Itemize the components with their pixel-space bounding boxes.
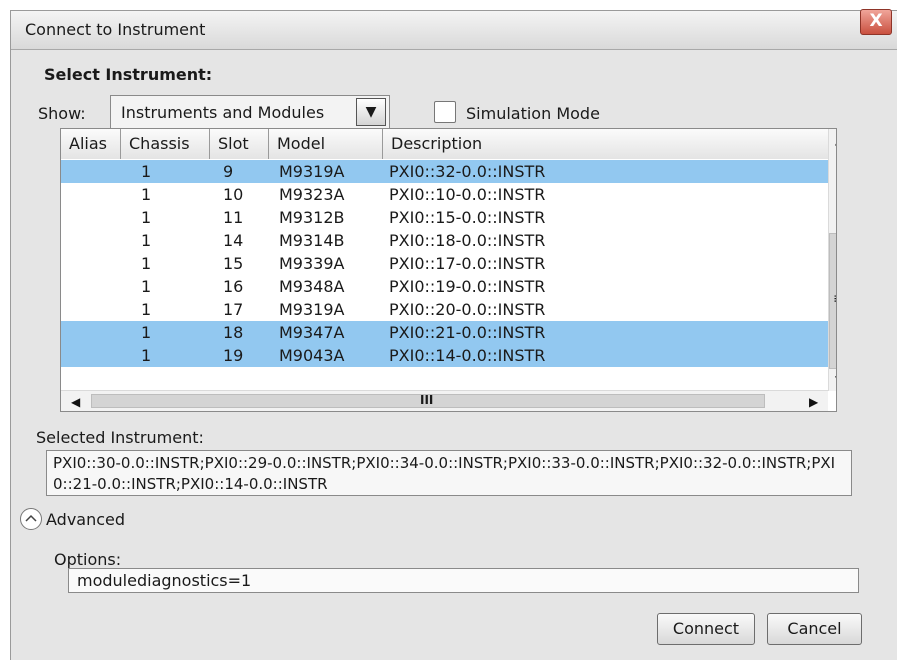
table-cell-model: M9314B [279, 231, 345, 250]
table-row[interactable]: 1 10 M9323A PXI0::10-0.0::INSTR [61, 183, 828, 206]
table-cell-description: PXI0::19-0.0::INSTR [389, 277, 546, 296]
options-input[interactable]: modulediagnostics=1 [68, 568, 859, 593]
table-row[interactable]: 1 19 M9043A PXI0::14-0.0::INSTR [61, 344, 828, 367]
column-header-alias[interactable]: Alias [61, 129, 121, 159]
table-cell-description: PXI0::21-0.0::INSTR [389, 323, 546, 342]
column-header-model[interactable]: Model [269, 129, 383, 159]
table-cell-chassis: 1 [141, 277, 152, 296]
table-cell-chassis: 1 [141, 162, 152, 181]
table-cell-slot: 14 [223, 231, 244, 250]
table-cell-model: M9319A [279, 300, 345, 319]
table-row[interactable]: 1 15 M9339A PXI0::17-0.0::INSTR [61, 252, 828, 275]
table-cell-description: PXI0::20-0.0::INSTR [389, 300, 546, 319]
show-dropdown-value: Instruments and Modules [121, 103, 325, 122]
scroll-left-icon[interactable]: ◀ [71, 395, 80, 409]
column-header-slot[interactable]: Slot [210, 129, 269, 159]
cancel-button[interactable]: Cancel [767, 613, 862, 645]
table-cell-model: M9339A [279, 254, 345, 273]
simulation-mode-label[interactable]: Simulation Mode [466, 104, 600, 123]
table-cell-slot: 18 [223, 323, 244, 342]
table-cell-description: PXI0::18-0.0::INSTR [389, 231, 546, 250]
horizontal-scroll-thumb[interactable]: III [91, 393, 765, 408]
scroll-thumb-grip-icon: III [420, 393, 434, 407]
vertical-scroll-thumb[interactable]: ≡ [829, 233, 836, 369]
show-label: Show: [38, 104, 86, 123]
dropdown-arrow-icon[interactable]: ▼ [356, 98, 386, 126]
table-cell-slot: 19 [223, 346, 244, 365]
table-cell-chassis: 1 [141, 346, 152, 365]
table-cell-description: PXI0::32-0.0::INSTR [389, 162, 546, 181]
scroll-right-icon[interactable]: ▶ [809, 395, 818, 409]
table-cell-slot: 11 [223, 208, 244, 227]
horizontal-scrollbar[interactable]: ◀ III ▶ [61, 390, 828, 411]
selected-instrument-label: Selected Instrument: [36, 428, 204, 447]
table-header: Alias Chassis Slot Model Description [61, 129, 831, 159]
table-cell-model: M9347A [279, 323, 345, 342]
table-cell-model: M9323A [279, 185, 345, 204]
table-row[interactable]: 1 17 M9319A PXI0::20-0.0::INSTR [61, 298, 828, 321]
table-cell-chassis: 1 [141, 231, 152, 250]
table-cell-model: M9319A [279, 162, 345, 181]
column-header-chassis[interactable]: Chassis [121, 129, 210, 159]
table-cell-description: PXI0::14-0.0::INSTR [389, 346, 546, 365]
table-row[interactable]: 1 9 M9319A PXI0::32-0.0::INSTR [61, 160, 828, 183]
table-row[interactable]: 1 14 M9314B PXI0::18-0.0::INSTR [61, 229, 828, 252]
window-title: Connect to Instrument [25, 20, 206, 39]
table-cell-description: PXI0::17-0.0::INSTR [389, 254, 546, 273]
table-row[interactable]: 1 11 M9312B PXI0::15-0.0::INSTR [61, 206, 828, 229]
table-cell-chassis: 1 [141, 323, 152, 342]
selected-instrument-field[interactable]: PXI0::30-0.0::INSTR;PXI0::29-0.0::INSTR;… [46, 450, 852, 496]
close-button[interactable]: X [860, 9, 892, 35]
scroll-down-icon[interactable]: ▼ [835, 373, 836, 387]
column-header-description[interactable]: Description [383, 129, 829, 159]
instrument-table: Alias Chassis Slot Model Description 19M… [60, 128, 837, 412]
show-dropdown[interactable]: Instruments and Modules ▼ [110, 95, 390, 129]
vertical-scrollbar[interactable]: ▲ ≡ ▼ [828, 129, 836, 391]
table-row[interactable]: 1 18 M9347A PXI0::21-0.0::INSTR [61, 321, 828, 344]
table-cell-description: PXI0::15-0.0::INSTR [389, 208, 546, 227]
title-bar: Connect to Instrument [11, 11, 897, 50]
table-cell-slot: 15 [223, 254, 244, 273]
table-cell-chassis: 1 [141, 300, 152, 319]
connect-button[interactable]: Connect [657, 613, 755, 645]
options-label: Options: [54, 550, 122, 569]
scroll-thumb-grip-icon: ≡ [833, 292, 836, 306]
simulation-mode-checkbox[interactable] [434, 101, 456, 123]
table-cell-slot: 17 [223, 300, 244, 319]
table-cell-description: PXI0::10-0.0::INSTR [389, 185, 546, 204]
table-cell-chassis: 1 [141, 208, 152, 227]
table-cell-model: M9312B [279, 208, 345, 227]
table-cell-model: M9348A [279, 277, 345, 296]
advanced-toggle-label[interactable]: Advanced [46, 510, 125, 529]
table-cell-slot: 9 [223, 162, 234, 181]
close-icon: X [869, 11, 883, 31]
table-cell-slot: 10 [223, 185, 244, 204]
table-cell-chassis: 1 [141, 254, 152, 273]
table-row[interactable]: 1 16 M9348A PXI0::19-0.0::INSTR [61, 275, 828, 298]
select-instrument-heading: Select Instrument: [44, 65, 213, 84]
table-cell-chassis: 1 [141, 185, 152, 204]
chevron-up-circle-icon[interactable] [20, 508, 42, 530]
table-cell-model: M9043A [279, 346, 345, 365]
table-cell-slot: 16 [223, 277, 244, 296]
scroll-up-icon[interactable]: ▲ [835, 133, 836, 147]
